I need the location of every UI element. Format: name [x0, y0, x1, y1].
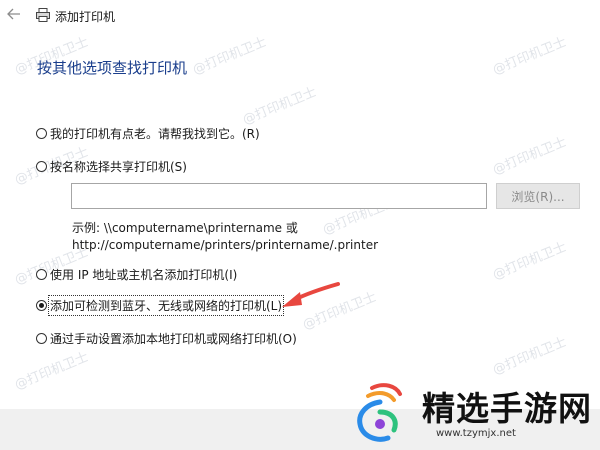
option-label: 按名称选择共享打印机(S)	[50, 160, 187, 174]
option-old-printer[interactable]: 我的打印机有点老。请帮我找到它。(R)	[36, 125, 260, 142]
printer-icon	[36, 8, 50, 22]
example-line-1: 示例: \\computername\printername 或	[72, 221, 298, 235]
brand-logo-icon	[357, 383, 402, 442]
browse-button[interactable]: 浏览(R)...	[496, 183, 580, 209]
radio-button-selected[interactable]	[36, 300, 47, 311]
radio-button[interactable]	[36, 269, 47, 280]
window-title: 添加打印机	[55, 10, 116, 24]
radio-button[interactable]	[36, 161, 47, 172]
option-label: 使用 IP 地址或主机名添加打印机(I)	[50, 268, 238, 282]
shared-printer-name-input[interactable]	[71, 183, 487, 209]
watermark: @打印机卫士	[190, 34, 269, 78]
option-shared-by-name[interactable]: 按名称选择共享打印机(S)	[36, 158, 187, 175]
radio-button[interactable]	[36, 333, 47, 344]
watermark: @打印机卫士	[490, 239, 569, 283]
option-bluetooth-wireless-network[interactable]: 添加可检测到蓝牙、无线或网络的打印机(L)	[36, 295, 285, 316]
example-line-2: http://computername/printers/printername…	[72, 238, 379, 252]
option-manual-local-network[interactable]: 通过手动设置添加本地打印机或网络打印机(O)	[36, 330, 297, 347]
option-ip-hostname[interactable]: 使用 IP 地址或主机名添加打印机(I)	[36, 266, 237, 283]
example-text: 示例: \\computername\printername 或 http://…	[72, 220, 378, 254]
watermark: @打印机卫士	[490, 334, 569, 378]
radio-button[interactable]	[36, 128, 47, 139]
watermark: @打印机卫士	[12, 349, 91, 393]
brand-url: www.tzymjx.net	[436, 428, 516, 439]
watermark: @打印机卫士	[490, 134, 569, 178]
title-bar: 添加打印机	[0, 0, 600, 34]
page-title: 按其他选项查找打印机	[37, 59, 188, 77]
option-label: 通过手动设置添加本地打印机或网络打印机(O)	[50, 332, 297, 346]
annotation-arrow-icon	[282, 282, 340, 307]
watermark: @打印机卫士	[490, 34, 569, 78]
watermark: @打印机卫士	[240, 84, 319, 128]
brand-name: 精选手游网	[422, 389, 592, 428]
back-arrow-icon[interactable]	[6, 6, 22, 22]
option-label: 添加可检测到蓝牙、无线或网络的打印机(L)	[47, 295, 285, 316]
option-label: 我的打印机有点老。请帮我找到它。(R)	[50, 127, 260, 141]
